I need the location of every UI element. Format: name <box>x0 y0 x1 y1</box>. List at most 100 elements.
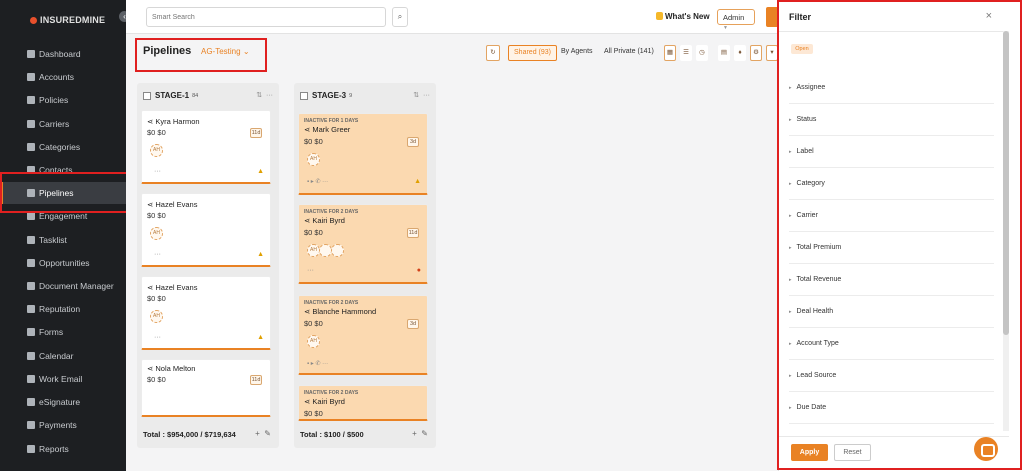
sidebar-item-label: Tasklist <box>39 235 67 245</box>
highlight-box-filter <box>777 0 1022 470</box>
deal-card[interactable]: INACTIVE FOR 2 DAYS ⋖ Blanche Hammond $0… <box>298 295 428 375</box>
column-menu-icon[interactable]: ⇅ ··· <box>413 91 430 99</box>
deal-card[interactable]: ⋖ Hazel Evans $0 $0 AH ··· ▲ <box>141 276 271 350</box>
warning-icon: ▲ <box>414 178 421 185</box>
more-icon[interactable]: ··· <box>154 334 161 341</box>
warning-icon: ▲ <box>257 251 264 258</box>
deal-card[interactable]: INACTIVE FOR 1 DAYS ⋖ Mark Greer $0 $0 3… <box>298 113 428 195</box>
sidebar-item-work-email[interactable]: Work Email <box>0 368 126 390</box>
board-view-icon[interactable]: ▦ <box>664 45 676 61</box>
column-footer-actions[interactable]: + ✎ <box>412 429 428 438</box>
sidebar-item-label: Carriers <box>39 119 70 129</box>
sidebar-item-esignature[interactable]: eSignature <box>0 391 126 413</box>
sidebar-item-label: Payments <box>39 420 77 430</box>
sidebar-item-accounts[interactable]: Accounts <box>0 66 126 88</box>
sidebar-item-opportunities[interactable]: Opportunities <box>0 252 126 274</box>
logo: INSUREDMINE <box>30 15 105 25</box>
deal-card[interactable]: ⋖ Nola Melton $0 $0 11d <box>141 359 271 417</box>
search-input[interactable] <box>146 7 386 27</box>
avatar[interactable]: AH <box>307 335 320 348</box>
deal-name: ⋖ Blanche Hammond <box>304 307 377 316</box>
deal-name: ⋖ Hazel Evans <box>147 283 198 292</box>
avatar[interactable] <box>331 244 344 257</box>
reputation-icon <box>27 305 35 313</box>
sidebar-item-tasklist[interactable]: Tasklist <box>0 229 126 251</box>
deal-name-text: Mark Greer <box>312 125 351 134</box>
deal-name: ⋖ Nola Melton <box>147 364 196 373</box>
sidebar-item-carriers[interactable]: Carriers <box>0 113 126 135</box>
select-column-checkbox[interactable] <box>143 91 151 100</box>
chevron-down-icon: ▼ <box>723 25 728 31</box>
deal-name-text: Kairi Byrd <box>312 216 345 225</box>
column-header: STAGE-1 84 <box>143 91 198 100</box>
avatar[interactable]: AH <box>150 310 163 323</box>
sidebar: INSUREDMINE ‹ Dashboard Accounts Policie… <box>0 0 130 471</box>
deal-name: ⋖ Mark Greer <box>304 125 351 134</box>
settings-icon[interactable]: ⚙ <box>750 45 762 61</box>
deal-age: 3d <box>407 137 419 147</box>
deal-card[interactable]: INACTIVE FOR 2 DAYS ⋖ Kairi Byrd $0 $0 <box>298 385 428 421</box>
deal-age: 11d <box>250 375 262 385</box>
signature-icon <box>27 398 35 406</box>
timeline-view-icon[interactable]: ◷ <box>696 45 708 61</box>
avatar[interactable]: AH <box>307 153 320 166</box>
inactive-label: INACTIVE FOR 2 DAYS <box>304 209 359 215</box>
categories-icon <box>27 143 35 151</box>
inactive-label: INACTIVE FOR 2 DAYS <box>304 390 359 396</box>
sidebar-item-reputation[interactable]: Reputation <box>0 298 126 320</box>
engagement-icon <box>27 212 35 220</box>
deal-money: $0 $0 <box>304 137 323 146</box>
sidebar-item-document-manager[interactable]: Document Manager <box>0 275 126 297</box>
more-icon[interactable]: ··· <box>154 251 161 258</box>
select-column-checkbox[interactable] <box>300 91 308 100</box>
column-footer-actions[interactable]: + ✎ <box>255 429 271 438</box>
whats-new-label: What's New <box>665 12 710 21</box>
quick-actions-icon[interactable]: ▪ ▸ ✆ ··· <box>307 360 328 367</box>
deal-card[interactable]: ⋖ Hazel Evans $0 $0 AH ··· ▲ <box>141 193 271 267</box>
sidebar-item-forms[interactable]: Forms <box>0 321 126 343</box>
sidebar-item-policies[interactable]: Policies <box>0 89 126 111</box>
avatar[interactable]: AH <box>150 227 163 240</box>
deal-name-text: Hazel Evans <box>155 283 198 292</box>
sidebar-item-label: Document Manager <box>39 281 114 291</box>
highlight-box-pipeline-select <box>135 38 267 72</box>
deal-name-text: Nola Melton <box>155 364 196 373</box>
sidebar-item-label: Accounts <box>39 72 74 82</box>
folder-icon <box>27 282 35 290</box>
by-agents-button[interactable]: By Agents <box>561 48 593 55</box>
more-icon[interactable]: ··· <box>307 267 314 274</box>
reports-icon <box>27 445 35 453</box>
column-menu-icon[interactable]: ⇅ ··· <box>256 91 273 99</box>
sidebar-item-label: Calendar <box>39 351 74 361</box>
sidebar-item-label: Opportunities <box>39 258 90 268</box>
sidebar-item-reports[interactable]: Reports <box>0 438 126 460</box>
deal-age: 11d <box>250 128 262 138</box>
deal-age: 3d <box>407 319 419 329</box>
shared-filter-button[interactable]: Shared (93) <box>508 45 557 61</box>
all-private-button[interactable]: All Private (141) <box>604 48 654 55</box>
deal-money: $0 $0 <box>304 228 323 237</box>
quick-actions-icon[interactable]: ▪ ▸ ✆ ··· <box>307 178 328 185</box>
thumb-icon[interactable]: ♦ <box>734 45 746 61</box>
refresh-icon[interactable]: ↻ <box>486 45 500 61</box>
admin-dropdown[interactable]: Admin ▼ <box>717 9 755 31</box>
inactive-label: INACTIVE FOR 1 DAYS <box>304 118 359 124</box>
deal-age: 11d <box>407 228 419 238</box>
warning-icon: ▲ <box>257 168 264 175</box>
deal-name-text: Hazel Evans <box>155 200 198 209</box>
column-count: 84 <box>192 92 199 99</box>
whats-new-link[interactable]: What's New <box>656 12 710 21</box>
sidebar-item-categories[interactable]: Categories <box>0 136 126 158</box>
avatar[interactable]: AH <box>150 144 163 157</box>
table-view-icon[interactable]: ▤ <box>718 45 730 61</box>
search-icon[interactable]: ⌕ <box>392 7 408 27</box>
sidebar-item-calendar[interactable]: Calendar <box>0 345 126 367</box>
deal-card[interactable]: INACTIVE FOR 2 DAYS ⋖ Kairi Byrd $0 $0 1… <box>298 204 428 284</box>
payments-icon <box>27 421 35 429</box>
deal-card[interactable]: ⋖ Kyra Harmon $0 $0 11d AH ··· ▲ <box>141 110 271 184</box>
tasklist-icon <box>27 236 35 244</box>
sidebar-item-payments[interactable]: Payments <box>0 414 126 436</box>
sidebar-item-dashboard[interactable]: Dashboard <box>0 43 126 65</box>
list-view-icon[interactable]: ☰ <box>680 45 692 61</box>
more-icon[interactable]: ··· <box>154 168 161 175</box>
